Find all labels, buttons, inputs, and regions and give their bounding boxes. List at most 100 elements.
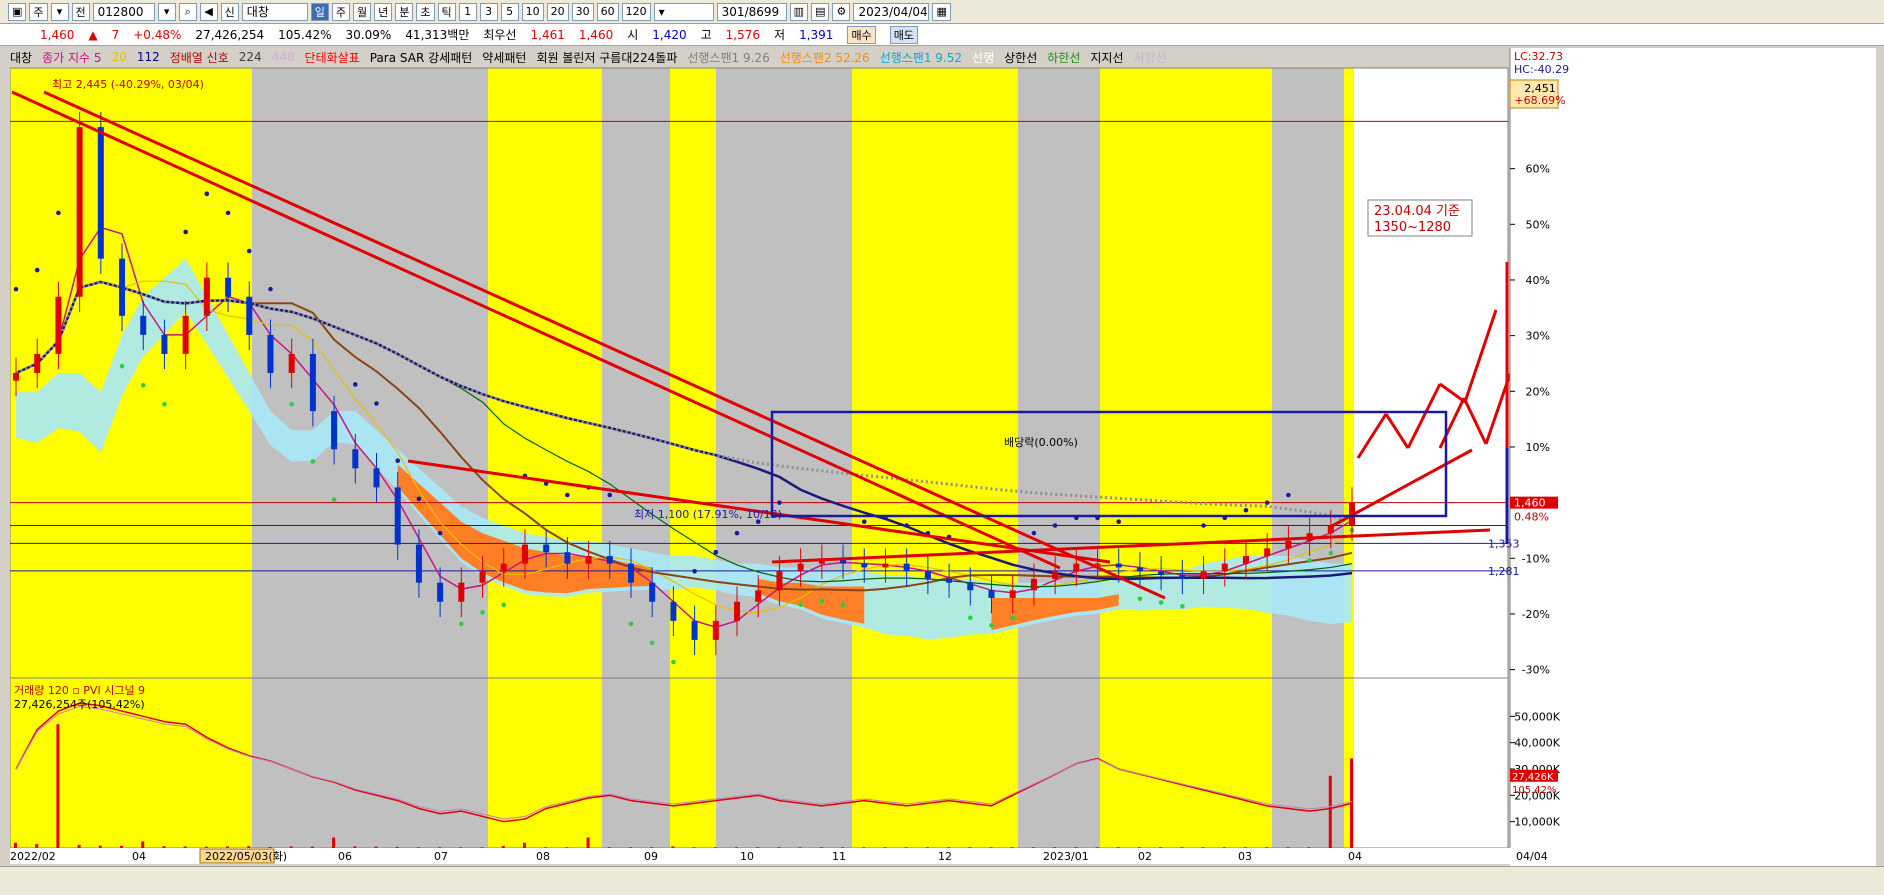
stock-name-field[interactable]: 대창 (241, 2, 308, 21)
axis-label: -30% (1522, 664, 1550, 677)
legend-item[interactable]: 대창 (10, 49, 32, 66)
candle-body (13, 373, 19, 381)
interval-select[interactable]: ▾ (653, 2, 714, 21)
candle-body (76, 127, 83, 297)
x-axis-label: 03 (1238, 850, 1252, 863)
para-sar-dot (119, 363, 125, 369)
pref-value: 1,461 (530, 27, 565, 42)
candle-body (140, 315, 147, 335)
legend-item[interactable]: 선행 (972, 49, 994, 66)
stock-code-input[interactable]: 012800 (92, 2, 155, 21)
candle-body (1221, 563, 1228, 572)
x-axis-label: 12 (938, 850, 952, 863)
legend-item[interactable]: Para SAR 강세패턴 (370, 49, 473, 66)
para-sar-dot (353, 382, 358, 387)
x-axis-label: 07 (434, 850, 448, 863)
calendar-icon[interactable]: ▦ (932, 2, 951, 21)
window-icon[interactable]: ▣ (8, 2, 27, 21)
volume-bar (841, 847, 845, 848)
legend-item[interactable]: 약세패턴 (482, 49, 526, 66)
legend-item[interactable]: 20 (112, 50, 127, 64)
para-sar-dot (1328, 550, 1334, 556)
period-week[interactable]: 주 (331, 2, 351, 21)
right-axis-bg (1510, 48, 1876, 884)
candle-body (691, 620, 698, 640)
candle-body (585, 556, 592, 564)
dropdown-icon[interactable]: ▾ (50, 2, 69, 21)
candle-body (119, 258, 126, 316)
speaker-icon[interactable]: ◀ (199, 2, 218, 21)
volume-bar (713, 847, 717, 848)
period-day[interactable]: 일 (310, 2, 329, 21)
legend-item[interactable]: 상한선 (1004, 49, 1037, 66)
legend-item[interactable]: 회원 볼린저 구름대224돌파 (536, 49, 677, 66)
legend-item[interactable]: 448 (272, 50, 295, 64)
turnover-value: 30.09% (345, 27, 392, 42)
item-mode-select[interactable]: 주 (29, 2, 48, 21)
minute-60[interactable]: 60 (596, 2, 619, 21)
para-sar-dot (480, 610, 485, 615)
legend-item[interactable]: 단테화살표 (305, 49, 360, 66)
legend-item[interactable]: 112 (137, 50, 160, 64)
chart-icon[interactable]: ▥ (789, 2, 809, 21)
candle-body (988, 590, 995, 598)
minute-120[interactable]: 120 (621, 2, 651, 21)
minute-1[interactable]: 1 (458, 2, 477, 21)
legend-item[interactable]: 저항선 (1134, 49, 1167, 66)
background-band (716, 68, 852, 848)
x-axis-label: 04 (132, 850, 146, 863)
save-icon[interactable]: ▤ (811, 2, 830, 21)
para-sar-dot (331, 497, 337, 502)
chart-area[interactable]: 60%50%40%30%20%10%0%-10%-20%-30%50,000K4… (9, 40, 1876, 884)
minute-30[interactable]: 30 (571, 2, 594, 21)
legend-item[interactable]: 종가 지수 5 (42, 49, 101, 66)
period-minute[interactable]: 분 (395, 2, 414, 21)
minute-20[interactable]: 20 (546, 2, 569, 21)
gear-icon[interactable]: ⚙ (832, 2, 851, 21)
count-field[interactable]: 301/8699 (716, 2, 787, 21)
legend-item[interactable]: 정배열 신호 (170, 49, 229, 66)
sell-button[interactable]: 매도 (889, 25, 918, 44)
legend-item[interactable]: 선행스팬1 9.52 (880, 49, 962, 66)
search-icon[interactable]: ⌕ (178, 2, 197, 21)
scroll-bar[interactable] (0, 866, 1884, 895)
new-icon[interactable]: 신 (220, 2, 239, 21)
legend-item[interactable]: 선행스팬1 9.26 (687, 49, 769, 66)
date-field[interactable]: 2023/04/04 (853, 2, 930, 21)
para-sar-dot (967, 615, 973, 621)
minute-3[interactable]: 3 (479, 2, 498, 21)
legend-item[interactable]: 지지선 (1090, 49, 1123, 66)
para-sar-dot (183, 229, 188, 235)
axis-label: 50% (1526, 218, 1550, 231)
period-tick[interactable]: 틱 (437, 2, 456, 21)
background-band (602, 68, 670, 848)
volume-bar (98, 845, 102, 848)
candle-body (479, 571, 486, 583)
buy-button[interactable]: 매수 (847, 25, 876, 44)
minute-10[interactable]: 10 (521, 2, 544, 21)
candle-body (1009, 590, 1016, 598)
volume-bar (628, 847, 632, 848)
volume-bar (1265, 847, 1269, 848)
volume-bar (522, 842, 526, 848)
price-chart[interactable]: 60%50%40%30%20%10%0%-10%-20%-30%50,000K4… (9, 40, 1876, 884)
period-second[interactable]: 초 (416, 2, 435, 21)
legend-item[interactable]: 224 (239, 50, 262, 64)
volume-axis-label: 50,000K (1514, 710, 1560, 723)
minute-5[interactable]: 5 (500, 2, 519, 21)
amount-value: 41,313백만 (405, 28, 470, 42)
para-sar-dot (1116, 519, 1122, 524)
code-dropdown-icon[interactable]: ▾ (157, 2, 176, 21)
candle-body (500, 563, 507, 572)
volume-bar (756, 847, 760, 848)
para-sar-dot (310, 459, 316, 464)
candle-body (670, 601, 677, 621)
candle-body (903, 563, 910, 572)
legend-item[interactable]: 선행스팬2 52.26 (780, 49, 870, 66)
period-month[interactable]: 월 (353, 2, 372, 21)
period-year[interactable]: 년 (374, 2, 393, 21)
background-band (1100, 68, 1272, 848)
market-select[interactable]: 전 (71, 2, 90, 21)
volume-bar (883, 847, 887, 848)
legend-item[interactable]: 하한선 (1047, 49, 1080, 66)
